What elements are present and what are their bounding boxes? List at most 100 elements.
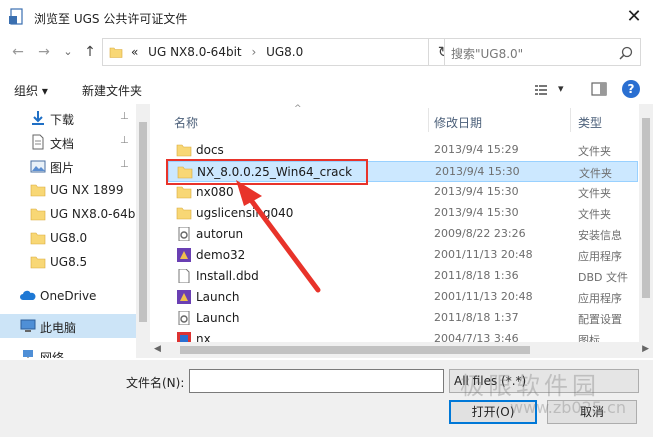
change-view-button[interactable]: ▾: [534, 80, 582, 100]
search-input[interactable]: 搜索"UG8.0": [444, 38, 641, 66]
app-icon: [177, 290, 191, 304]
folder-icon: [176, 186, 192, 199]
folder-icon: [176, 144, 192, 157]
column-header-type[interactable]: 类型: [578, 114, 602, 131]
breadcrumb-separator[interactable]: ›: [251, 45, 256, 59]
sidebar-item-ug8-0[interactable]: UG8.0: [0, 226, 136, 250]
up-arrow-icon[interactable]: ↑: [80, 42, 100, 62]
sidebar-item-ug-nx8-64bit[interactable]: UG NX8.0-64bit: [0, 202, 136, 226]
sidebar-item-label: 此电脑: [40, 321, 77, 335]
scrollbar-thumb[interactable]: [180, 346, 530, 354]
sidebar-item-onedrive[interactable]: OneDrive: [0, 284, 136, 308]
settings-file-icon: [178, 227, 190, 241]
sort-ascending-icon: ^: [294, 104, 302, 114]
sidebar-item-this-pc[interactable]: 此电脑: [0, 314, 136, 338]
organize-menu[interactable]: 组织 ▾: [14, 82, 48, 99]
file-row-install-dbd[interactable]: Install.dbd 2011/8/18 1:36 DBD 文件: [168, 266, 638, 287]
close-icon[interactable]: ✕: [623, 6, 645, 28]
navigation-bar: ← → ⌄ ↑ « UG NX8.0-64bit › UG8.0 ⌄ ↻ 搜索"…: [0, 36, 653, 68]
breadcrumb-overflow[interactable]: «: [131, 45, 138, 59]
file-date: 2011/8/18 1:37: [434, 311, 519, 324]
new-folder-button[interactable]: 新建文件夹: [82, 82, 142, 99]
file-date: 2001/11/13 20:48: [434, 290, 533, 303]
file-type: 文件夹: [578, 208, 611, 221]
file-type: 文件夹: [579, 167, 612, 180]
file-row-nx080[interactable]: nx080 2013/9/4 15:30 文件夹: [168, 182, 638, 203]
pin-icon: ⊥: [120, 135, 129, 146]
file-name: nx080: [196, 185, 234, 199]
sidebar-item-network[interactable]: 网络: [0, 344, 136, 358]
file-name: Launch: [196, 290, 240, 304]
breadcrumb-item[interactable]: UG8.0: [266, 45, 303, 59]
sidebar-item-ug-nx-1899[interactable]: UG NX 1899: [0, 178, 136, 202]
folder-icon: [30, 184, 46, 197]
watermark-url: www.zb025.cn: [510, 398, 626, 417]
forward-arrow-icon[interactable]: →: [34, 42, 54, 62]
column-header-row: ^ 名称 修改日期 类型: [166, 104, 653, 134]
file-row-autorun[interactable]: autorun 2009/8/22 23:26 安装信息: [168, 224, 638, 245]
scrollbar-thumb[interactable]: [139, 122, 147, 322]
filename-input[interactable]: [189, 369, 444, 393]
watermark: 极限软件园: [460, 372, 600, 400]
file-date: 2013/9/4 15:30: [434, 206, 519, 219]
sidebar-item-documents[interactable]: 文档 ⊥: [0, 130, 136, 154]
column-header-name[interactable]: 名称: [174, 114, 198, 131]
column-divider[interactable]: [570, 108, 571, 132]
chevron-down-icon[interactable]: ▾: [558, 82, 564, 95]
preview-pane-icon[interactable]: [590, 80, 608, 98]
file-type: 安装信息: [578, 229, 622, 242]
navigation-pane-scrollbar[interactable]: [136, 104, 150, 358]
scrollbar-thumb[interactable]: [642, 118, 650, 298]
recent-locations-icon[interactable]: ⌄: [58, 42, 78, 62]
sidebar-item-ug8-5[interactable]: UG8.5: [0, 250, 136, 274]
file-open-dialog: 浏览至 UGS 公共许可证文件 ✕ ← → ⌄ ↑ « UG NX8.0-64b…: [0, 0, 653, 437]
file-name: NX_8.0.0.25_Win64_crack: [197, 165, 353, 179]
sidebar-item-label: 文档: [50, 137, 75, 151]
sidebar-item-label: UG NX 1899: [50, 183, 124, 197]
folder-icon: [30, 208, 46, 221]
column-header-date[interactable]: 修改日期: [434, 114, 482, 131]
network-icon: [23, 350, 33, 358]
picture-icon: [30, 160, 46, 173]
scroll-left-icon[interactable]: ◀: [154, 344, 161, 354]
file-name: demo32: [196, 248, 246, 262]
file-row-nx-crack[interactable]: NX_8.0.0.25_Win64_crack 2013/9/4 15:30 文…: [168, 161, 638, 182]
sidebar-item-label: 图片: [50, 161, 75, 175]
sidebar-item-label: UG8.5: [50, 255, 88, 269]
sidebar-item-pictures[interactable]: 图片 ⊥: [0, 154, 136, 178]
pin-icon: ⊥: [120, 159, 129, 170]
file-name: docs: [196, 143, 224, 157]
file-type: 文件夹: [578, 187, 611, 200]
sidebar-item-downloads[interactable]: 下载 ⊥: [0, 106, 136, 130]
file-row-launch-exe[interactable]: Launch 2001/11/13 20:48 应用程序: [168, 287, 638, 308]
folder-icon: [177, 166, 193, 179]
sidebar-item-label: 网络: [40, 351, 65, 358]
cloud-icon: [20, 290, 36, 300]
file-name: Launch: [196, 311, 240, 325]
sidebar-item-label: UG NX8.0-64bit: [50, 207, 136, 221]
file-date: 2013/9/4 15:30: [434, 185, 519, 198]
file-row-demo32[interactable]: demo32 2001/11/13 20:48 应用程序: [168, 245, 638, 266]
file-date: 2001/11/13 20:48: [434, 248, 533, 261]
command-toolbar: 组织 ▾ 新建文件夹 ▾ ?: [0, 78, 653, 102]
file-list-vertical-scrollbar[interactable]: [639, 104, 653, 342]
address-bar[interactable]: « UG NX8.0-64bit › UG8.0 ⌄: [102, 38, 483, 66]
back-arrow-icon[interactable]: ←: [8, 42, 28, 62]
breadcrumb-item[interactable]: UG NX8.0-64bit: [148, 45, 241, 59]
search-placeholder: 搜索"UG8.0": [451, 47, 524, 61]
file-name: Install.dbd: [196, 269, 259, 283]
help-icon[interactable]: ?: [622, 80, 640, 98]
file-row-docs[interactable]: docs 2013/9/4 15:29 文件夹: [168, 140, 638, 161]
folder-icon: [30, 256, 46, 269]
file-name: autorun: [196, 227, 244, 241]
computer-icon: [20, 319, 36, 332]
file-name: ugslicensing040: [196, 206, 294, 220]
file-type: 应用程序: [578, 292, 622, 305]
sidebar-item-label: OneDrive: [40, 289, 97, 303]
scroll-right-icon[interactable]: ▶: [642, 344, 649, 354]
column-divider[interactable]: [428, 108, 429, 132]
file-row-ugslicensing[interactable]: ugslicensing040 2013/9/4 15:30 文件夹: [168, 203, 638, 224]
file-row-launch-ini[interactable]: Launch 2011/8/18 1:37 配置设置: [168, 308, 638, 329]
file-list-horizontal-scrollbar[interactable]: ◀ ▶: [150, 342, 653, 358]
settings-file-icon: [178, 311, 190, 325]
